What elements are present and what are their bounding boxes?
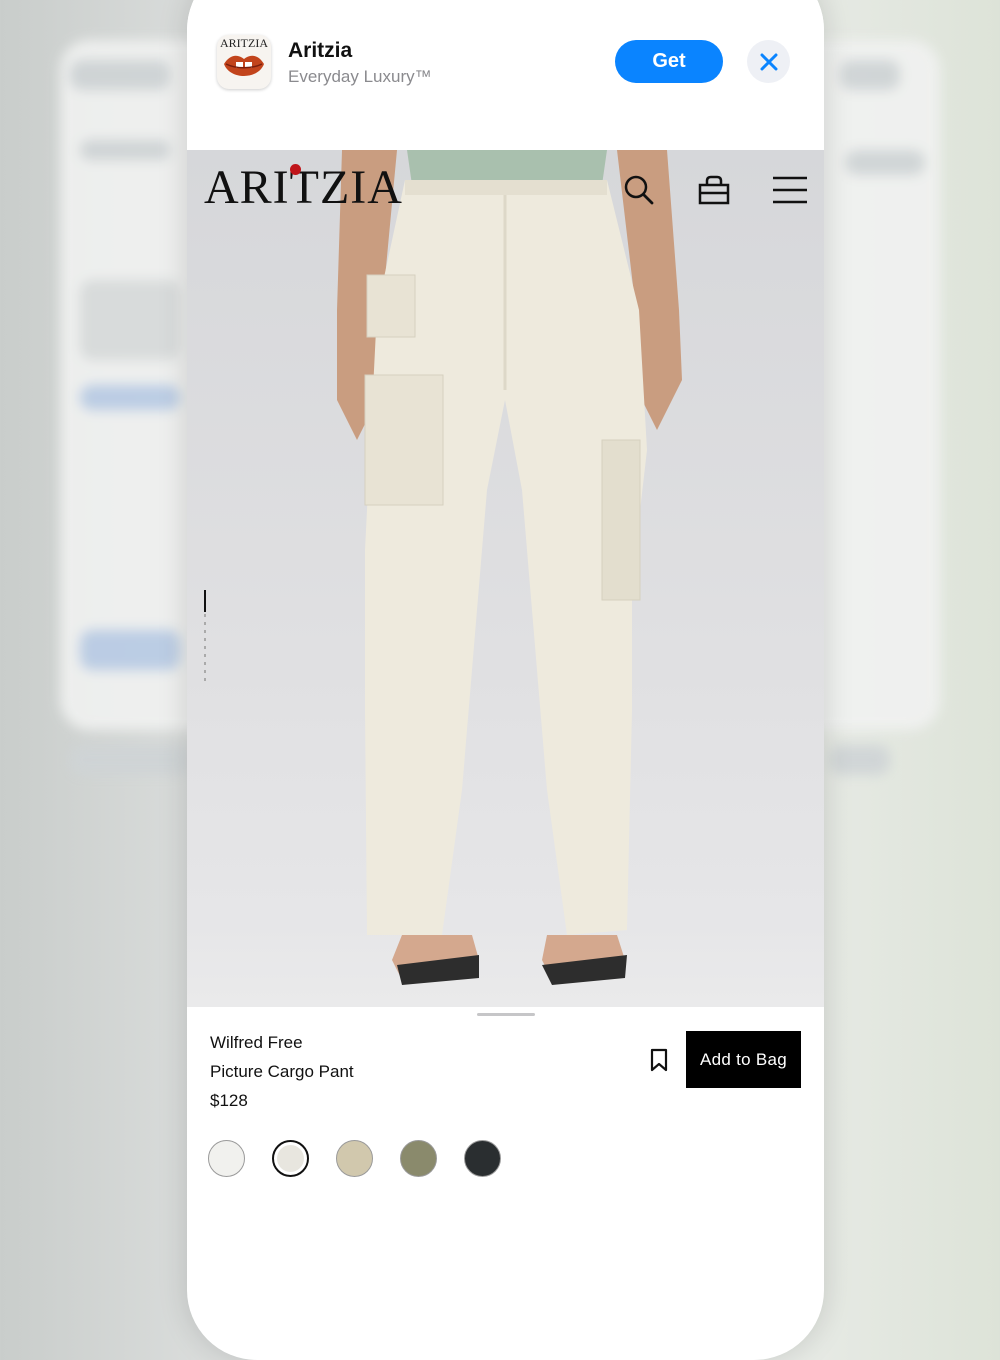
close-banner-button[interactable] [747, 40, 790, 83]
background-bar [80, 140, 170, 160]
product-brand: Wilfred Free [210, 1033, 303, 1052]
scroll-thumb [204, 590, 206, 612]
menu-icon[interactable] [772, 174, 808, 211]
bookmark-icon[interactable] [650, 1048, 668, 1077]
background-highlight [80, 630, 180, 670]
product-name: Picture Cargo Pant [210, 1062, 354, 1081]
browser-sheet: ARITZIA Aritzia Everyday Luxury™ Get ARI… [187, 0, 824, 1360]
smart-app-banner: ARITZIA Aritzia Everyday Luxury™ Get [187, 0, 824, 110]
get-app-button[interactable]: Get [615, 40, 723, 83]
app-icon[interactable]: ARITZIA [217, 35, 271, 89]
app-icon-wordmark: ARITZIA [220, 36, 268, 50]
background-bar [830, 745, 890, 775]
shopping-bag-icon[interactable] [698, 174, 730, 211]
color-swatch[interactable] [272, 1140, 309, 1177]
app-subtitle: Everyday Luxury™ [288, 67, 432, 86]
background-bar [70, 60, 170, 90]
background-bar [840, 60, 900, 90]
product-price: $128 [210, 1091, 248, 1110]
site-logo[interactable]: ARITZIA [204, 160, 403, 215]
product-image[interactable]: ARITZIA [187, 150, 824, 1007]
close-icon [760, 53, 777, 70]
color-swatch[interactable] [208, 1140, 245, 1177]
color-swatch[interactable] [400, 1140, 437, 1177]
product-photo [337, 150, 682, 985]
logo-accent [290, 164, 301, 175]
sheet-grabber[interactable] [477, 1013, 535, 1016]
background-bar [845, 150, 925, 175]
color-swatch[interactable] [464, 1140, 501, 1177]
lips-graphic [224, 55, 264, 76]
add-to-bag-button[interactable]: Add to Bag [686, 1031, 801, 1088]
background-bar [70, 745, 190, 775]
image-scroll-indicator [203, 590, 207, 685]
background-bar [80, 280, 180, 360]
app-name: Aritzia [288, 39, 353, 62]
color-swatch[interactable] [336, 1140, 373, 1177]
background-highlight [80, 385, 180, 410]
search-icon[interactable] [623, 174, 655, 211]
